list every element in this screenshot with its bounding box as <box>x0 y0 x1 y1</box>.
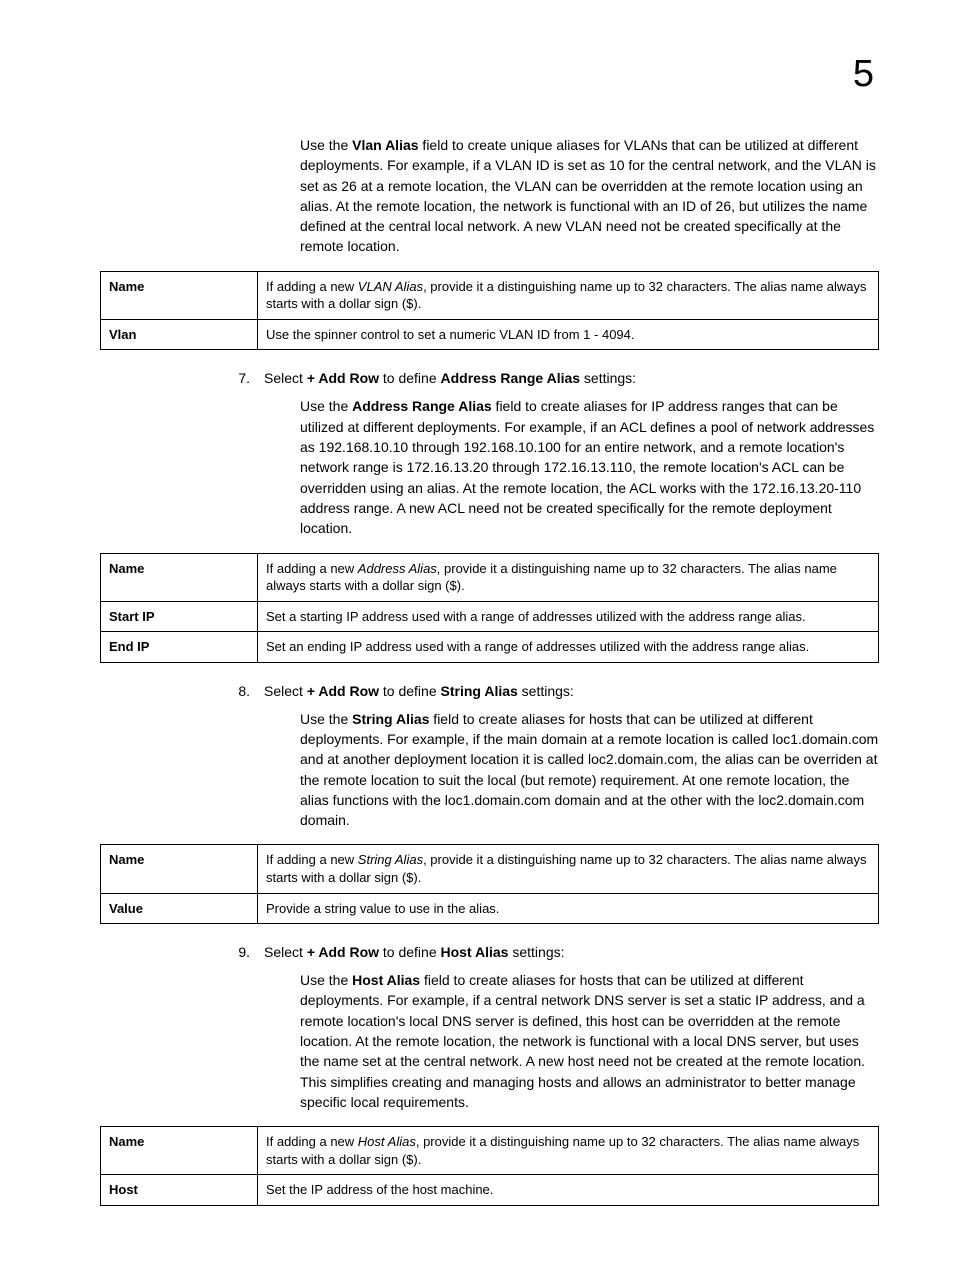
step-7: 7. Select + Add Row to define Address Ra… <box>220 370 879 386</box>
text: settings: <box>508 944 564 960</box>
cell-value: Provide a string value to use in the ali… <box>258 893 879 924</box>
text: If adding a new <box>266 1134 358 1149</box>
cell-value: If adding a new VLAN Alias, provide it a… <box>258 271 879 319</box>
cell-value: If adding a new Address Alias, provide i… <box>258 553 879 601</box>
field-label: Vlan Alias <box>352 137 418 153</box>
table-row: Name If adding a new VLAN Alias, provide… <box>101 271 879 319</box>
cell-value: If adding a new Host Alias, provide it a… <box>258 1127 879 1175</box>
emphasis: String Alias <box>358 852 423 867</box>
text: to define <box>379 683 441 699</box>
step-9: 9. Select + Add Row to define Host Alias… <box>220 944 879 960</box>
text: Use the <box>300 398 352 414</box>
cell-key: Value <box>101 893 258 924</box>
string-alias-table: Name If adding a new String Alias, provi… <box>100 844 879 924</box>
table-row: Name If adding a new Address Alias, prov… <box>101 553 879 601</box>
emphasis: Host Alias <box>358 1134 416 1149</box>
table-row: Name If adding a new String Alias, provi… <box>101 845 879 893</box>
cell-value: Set an ending IP address used with a ran… <box>258 632 879 663</box>
emphasis: Address Alias <box>358 561 437 576</box>
cell-key: Name <box>101 271 258 319</box>
field-label: Host Alias <box>352 972 420 988</box>
step-text: Select + Add Row to define Address Range… <box>264 370 879 386</box>
vlan-alias-intro: Use the Vlan Alias field to create uniqu… <box>300 135 879 257</box>
cell-value: Use the spinner control to set a numeric… <box>258 319 879 350</box>
text: settings: <box>518 683 574 699</box>
address-range-table: Name If adding a new Address Alias, prov… <box>100 553 879 663</box>
step-number: 7. <box>220 370 264 386</box>
table-row: Value Provide a string value to use in t… <box>101 893 879 924</box>
text: to define <box>379 370 441 386</box>
text: to define <box>379 944 441 960</box>
text: If adding a new <box>266 852 358 867</box>
text: field to create unique aliases for VLANs… <box>300 137 876 254</box>
field-label: Address Range Alias <box>352 398 492 414</box>
host-alias-intro: Use the Host Alias field to create alias… <box>300 970 879 1112</box>
cell-value: If adding a new String Alias, provide it… <box>258 845 879 893</box>
bold: String Alias <box>441 683 518 699</box>
table-row: Start IP Set a starting IP address used … <box>101 601 879 632</box>
page-content: Use the Vlan Alias field to create uniqu… <box>100 135 879 1206</box>
text: settings: <box>580 370 636 386</box>
table-row: Vlan Use the spinner control to set a nu… <box>101 319 879 350</box>
cell-key: Name <box>101 1127 258 1175</box>
host-alias-table: Name If adding a new Host Alias, provide… <box>100 1126 879 1206</box>
cell-key: Host <box>101 1175 258 1206</box>
text: Select <box>264 370 307 386</box>
text: field to create aliases for IP address r… <box>300 398 874 536</box>
bold: Address Range Alias <box>441 370 581 386</box>
bold: + Add Row <box>307 683 379 699</box>
text: Use the <box>300 972 352 988</box>
text: Use the <box>300 137 352 153</box>
cell-value: Set a starting IP address used with a ra… <box>258 601 879 632</box>
bold: + Add Row <box>307 944 379 960</box>
step-number: 9. <box>220 944 264 960</box>
document-page: 5 Use the Vlan Alias field to create uni… <box>0 0 954 1286</box>
address-range-intro: Use the Address Range Alias field to cre… <box>300 396 879 538</box>
cell-key: Start IP <box>101 601 258 632</box>
cell-key: Name <box>101 845 258 893</box>
text: field to create aliases for hosts that c… <box>300 711 878 828</box>
string-alias-intro: Use the String Alias field to create ali… <box>300 709 879 831</box>
step-number: 8. <box>220 683 264 699</box>
step-text: Select + Add Row to define String Alias … <box>264 683 879 699</box>
table-row: Host Set the IP address of the host mach… <box>101 1175 879 1206</box>
paragraph: Use the String Alias field to create ali… <box>300 709 879 831</box>
text: field to create aliases for hosts that c… <box>300 972 865 1110</box>
cell-key: End IP <box>101 632 258 663</box>
cell-key: Vlan <box>101 319 258 350</box>
emphasis: VLAN Alias <box>358 279 423 294</box>
vlan-alias-table: Name If adding a new VLAN Alias, provide… <box>100 271 879 351</box>
step-text: Select + Add Row to define Host Alias se… <box>264 944 879 960</box>
paragraph: Use the Host Alias field to create alias… <box>300 970 879 1112</box>
step-8: 8. Select + Add Row to define String Ali… <box>220 683 879 699</box>
text: If adding a new <box>266 561 358 576</box>
table-row: Name If adding a new Host Alias, provide… <box>101 1127 879 1175</box>
field-label: String Alias <box>352 711 429 727</box>
cell-value: Set the IP address of the host machine. <box>258 1175 879 1206</box>
paragraph: Use the Vlan Alias field to create uniqu… <box>300 135 879 257</box>
bold: + Add Row <box>307 370 379 386</box>
paragraph: Use the Address Range Alias field to cre… <box>300 396 879 538</box>
text: If adding a new <box>266 279 358 294</box>
text: Select <box>264 944 307 960</box>
text: Select <box>264 683 307 699</box>
text: Use the <box>300 711 352 727</box>
chapter-number: 5 <box>853 55 874 93</box>
table-row: End IP Set an ending IP address used wit… <box>101 632 879 663</box>
bold: Host Alias <box>441 944 509 960</box>
cell-key: Name <box>101 553 258 601</box>
